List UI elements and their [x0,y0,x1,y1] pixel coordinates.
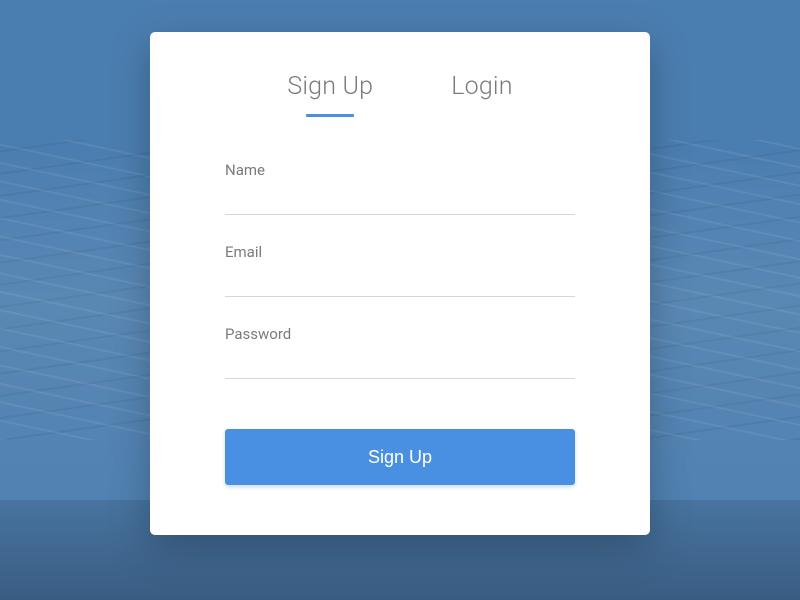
tab-login[interactable]: Login [451,72,512,113]
signup-form: Name Email Password Sign Up [225,161,575,485]
auth-card: Sign Up Login Name Email Password Sign U… [150,32,650,535]
password-label: Password [225,325,575,343]
email-label: Email [225,243,575,261]
field-password: Password [225,325,575,379]
tab-bar: Sign Up Login [225,72,575,113]
field-name: Name [225,161,575,215]
password-input[interactable] [225,351,575,379]
field-email: Email [225,243,575,297]
signup-button[interactable]: Sign Up [225,429,575,485]
email-input[interactable] [225,269,575,297]
name-label: Name [225,161,575,179]
name-input[interactable] [225,187,575,215]
tab-signup[interactable]: Sign Up [287,72,373,113]
